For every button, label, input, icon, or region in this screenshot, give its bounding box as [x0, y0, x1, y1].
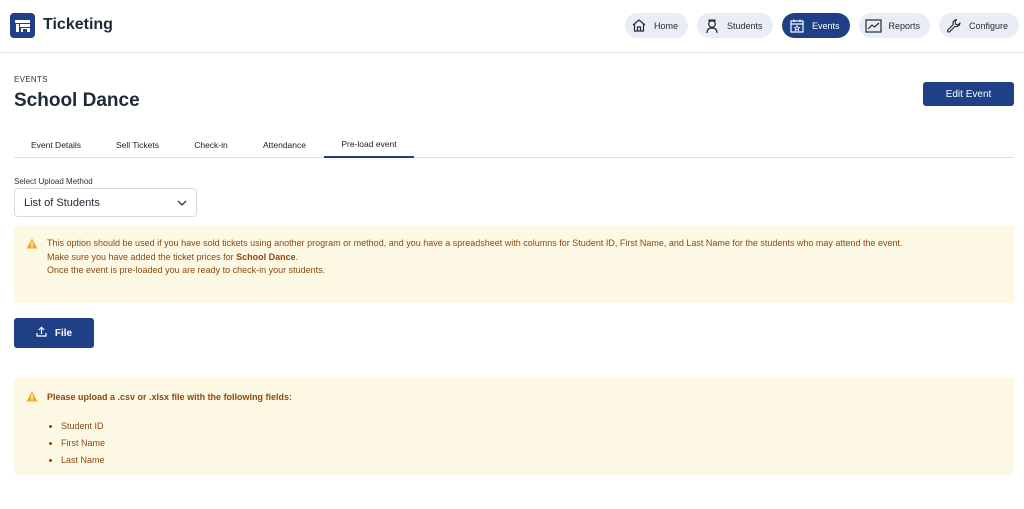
info-alert-line-3: Once the event is pre-loaded you are rea…: [47, 265, 326, 275]
nav-home-label: Home: [653, 20, 678, 31]
chart-line-icon: [865, 17, 882, 35]
nav-students[interactable]: Students: [697, 13, 773, 38]
app-title: Ticketing: [43, 16, 113, 33]
upload-icon: [36, 326, 47, 340]
nav-configure[interactable]: Configure: [939, 13, 1019, 38]
nav-events[interactable]: Events: [782, 13, 850, 38]
edit-event-button[interactable]: Edit Event: [923, 82, 1014, 106]
fields-alert: Please upload a .csv or .xlsx file with …: [14, 378, 1014, 475]
page-title: School Dance: [14, 90, 140, 111]
breadcrumb: EVENTS: [14, 75, 48, 84]
event-tabs: Event Details Sell Tickets Check-in Atte…: [14, 131, 1014, 158]
info-alert: This option should be used if you have s…: [14, 226, 1014, 303]
required-fields-list: Student ID First Name Last Name: [61, 418, 105, 469]
tab-check-in[interactable]: Check-in: [177, 131, 245, 158]
list-item: Student ID: [61, 418, 105, 435]
info-alert-text: This option should be used if you have s…: [47, 237, 1007, 278]
upload-method-select[interactable]: List of Students: [14, 188, 197, 217]
tab-attendance[interactable]: Attendance: [245, 131, 324, 158]
info-alert-line-1: This option should be used if you have s…: [47, 238, 903, 248]
upload-method-value: List of Students: [24, 196, 100, 209]
top-bar: Ticketing Home Students Events Reports C…: [0, 0, 1024, 53]
nav-configure-label: Configure: [969, 20, 1009, 31]
nav-home[interactable]: Home: [625, 13, 688, 38]
nav-students-label: Students: [727, 20, 763, 31]
nav-reports-label: Reports: [888, 20, 920, 31]
nav-reports[interactable]: Reports: [859, 13, 930, 38]
calendar-star-icon: [788, 17, 806, 35]
file-upload-label: File: [54, 327, 73, 339]
file-upload-button[interactable]: File: [14, 318, 94, 348]
list-item: Last Name: [61, 452, 105, 469]
list-item: First Name: [61, 435, 105, 452]
tab-sell-tickets[interactable]: Sell Tickets: [98, 131, 177, 158]
info-alert-line-2: Make sure you have added the ticket pric…: [47, 251, 299, 262]
upload-method-label: Select Upload Method: [14, 177, 93, 186]
home-icon: [631, 17, 648, 35]
ticketing-logo-icon: [10, 13, 35, 38]
wrench-icon: [945, 17, 963, 35]
tab-pre-load-event[interactable]: Pre-load event: [324, 131, 414, 158]
nav-events-label: Events: [812, 20, 840, 31]
fields-alert-title: Please upload a .csv or .xlsx file with …: [47, 392, 293, 402]
student-icon: [703, 17, 721, 35]
event-name-emphasis: School Dance: [236, 251, 296, 262]
chevron-down-icon: [177, 197, 187, 209]
warning-icon: [26, 238, 38, 249]
warning-icon: [26, 391, 38, 402]
tab-event-details[interactable]: Event Details: [14, 131, 98, 158]
